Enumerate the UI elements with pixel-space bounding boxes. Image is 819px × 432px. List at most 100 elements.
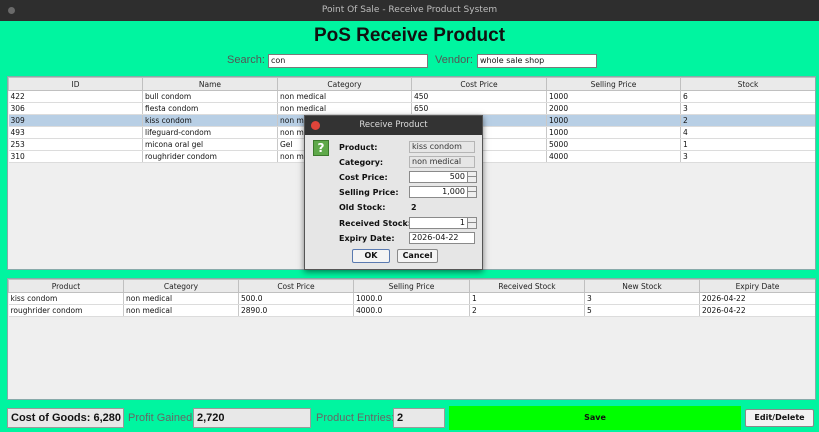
spinner-arrows-icon[interactable]	[467, 187, 477, 197]
table-cell: 6	[680, 90, 815, 103]
profit-value: 2,720	[193, 408, 311, 428]
receive-product-dialog: Receive Product ? Product: kiss condom C…	[304, 115, 483, 270]
table-row[interactable]: 422 bull condom non medical 450 1000 6	[8, 90, 815, 103]
table-cell: 500.0	[238, 292, 354, 305]
table-cell: 3	[584, 292, 700, 305]
question-icon: ?	[313, 140, 329, 156]
dialog-titlebar: Receive Product	[305, 116, 482, 135]
entries-label: Product Entries:	[316, 412, 395, 424]
expiry-date-label: Expiry Date:	[339, 234, 395, 243]
search-input[interactable]: con	[268, 54, 428, 68]
table-cell: roughrider condom	[142, 150, 278, 163]
table-cell: 1000	[546, 126, 681, 139]
table-cell: fiesta condom	[142, 102, 278, 115]
entries-header-new-stock[interactable]: New Stock	[584, 279, 700, 293]
table-cell: 306	[8, 102, 143, 115]
window-menu-icon[interactable]	[8, 7, 15, 14]
vendor-input[interactable]: whole sale shop	[477, 54, 597, 68]
cost-price-value: 500	[449, 172, 465, 181]
selling-price-label: Selling Price:	[339, 188, 399, 197]
table-cell: 2026-04-22	[699, 304, 815, 317]
table-cell: 450	[411, 90, 547, 103]
table-cell: 3	[680, 102, 815, 115]
products-header-category[interactable]: Category	[277, 77, 412, 91]
footer-bar: Cost of Goods: 6,280 Profit Gained: 2,72…	[0, 404, 819, 432]
expiry-date-input[interactable]: 2026-04-22	[409, 232, 475, 244]
table-cell: 2	[680, 114, 815, 127]
table-cell: non medical	[123, 304, 239, 317]
received-stock-label: Received Stock:	[339, 219, 411, 228]
selling-price-value: 1,000	[442, 187, 465, 196]
vendor-label: Vendor:	[435, 54, 473, 66]
product-label: Product:	[339, 143, 378, 152]
table-cell: 2	[469, 304, 585, 317]
table-cell: 422	[8, 90, 143, 103]
products-header-cost-price[interactable]: Cost Price	[411, 77, 547, 91]
products-header-name[interactable]: Name	[142, 77, 278, 91]
app-title: PoS Receive Product	[313, 25, 506, 46]
table-cell: 3	[680, 150, 815, 163]
profit-label: Profit Gained:	[128, 412, 196, 424]
table-cell: lifeguard-condom	[142, 126, 278, 139]
entries-header-expiry-date[interactable]: Expiry Date	[699, 279, 815, 293]
table-cell: 253	[8, 138, 143, 151]
products-header-selling-price[interactable]: Selling Price	[546, 77, 681, 91]
entries-table-panel: Product Category Cost Price Selling Price Re…	[7, 278, 816, 400]
cancel-button[interactable]: Cancel	[397, 249, 438, 263]
category-value: non medical	[409, 156, 475, 168]
selling-price-spinner[interactable]: 1,000	[409, 186, 477, 198]
old-stock-value: 2	[411, 203, 417, 212]
table-cell: non medical	[277, 102, 412, 115]
table-cell: 1	[469, 292, 585, 305]
entries-value: 2	[393, 408, 445, 428]
table-cell: 2000	[546, 102, 681, 115]
category-label: Category:	[339, 158, 384, 167]
received-stock-spinner[interactable]: 1	[409, 217, 477, 229]
table-cell: 2890.0	[238, 304, 354, 317]
table-cell: 650	[411, 102, 547, 115]
cost-price-label: Cost Price:	[339, 173, 388, 182]
table-cell: bull condom	[142, 90, 278, 103]
table-row[interactable]: kiss condom non medical 500.0 1000.0 1 3 2026-…	[8, 292, 815, 305]
table-cell: 5	[584, 304, 700, 317]
cost-of-goods: Cost of Goods: 6,280	[7, 408, 124, 428]
table-cell: 5000	[546, 138, 681, 151]
entries-header-cost-price[interactable]: Cost Price	[238, 279, 354, 293]
table-cell: 2026-04-22	[699, 292, 815, 305]
product-value: kiss condom	[409, 141, 475, 153]
table-cell: 1000	[546, 114, 681, 127]
table-cell: 309	[8, 114, 143, 127]
window-title: Point Of Sale - Receive Product System	[321, 5, 498, 15]
table-cell: roughrider condom	[8, 304, 124, 317]
table-cell: 1000	[546, 90, 681, 103]
entries-header-product[interactable]: Product	[8, 279, 124, 293]
search-label: Search:	[227, 54, 265, 66]
table-cell: kiss condom	[8, 292, 124, 305]
spinner-arrows-icon[interactable]	[467, 218, 477, 228]
products-header-stock[interactable]: Stock	[680, 77, 815, 91]
table-row[interactable]: 306 fiesta condom non medical 650 2000 3	[8, 102, 815, 115]
entries-header-received-stock[interactable]: Received Stock	[469, 279, 585, 293]
edit-delete-button[interactable]: Edit/Delete	[745, 409, 814, 427]
old-stock-label: Old Stock:	[339, 203, 386, 212]
save-button[interactable]: Save	[449, 406, 741, 430]
window-titlebar: Point Of Sale - Receive Product System	[0, 0, 819, 21]
table-cell: non medical	[123, 292, 239, 305]
table-cell: 4	[680, 126, 815, 139]
dialog-title: Receive Product	[359, 120, 428, 130]
table-cell: non medical	[277, 90, 412, 103]
received-stock-value: 1	[459, 218, 465, 227]
table-cell: 4000.0	[353, 304, 470, 317]
close-icon[interactable]	[311, 121, 320, 130]
table-cell: 4000	[546, 150, 681, 163]
table-cell: 1	[680, 138, 815, 151]
ok-button[interactable]: OK	[352, 249, 390, 263]
entries-header-category[interactable]: Category	[123, 279, 239, 293]
cost-price-spinner[interactable]: 500	[409, 171, 477, 183]
table-cell: 493	[8, 126, 143, 139]
table-row[interactable]: roughrider condom non medical 2890.0 4000.0…	[8, 304, 815, 317]
products-header-id[interactable]: ID	[8, 77, 143, 91]
table-cell: 1000.0	[353, 292, 470, 305]
spinner-arrows-icon[interactable]	[467, 172, 477, 182]
entries-header-selling-price[interactable]: Selling Price	[353, 279, 470, 293]
